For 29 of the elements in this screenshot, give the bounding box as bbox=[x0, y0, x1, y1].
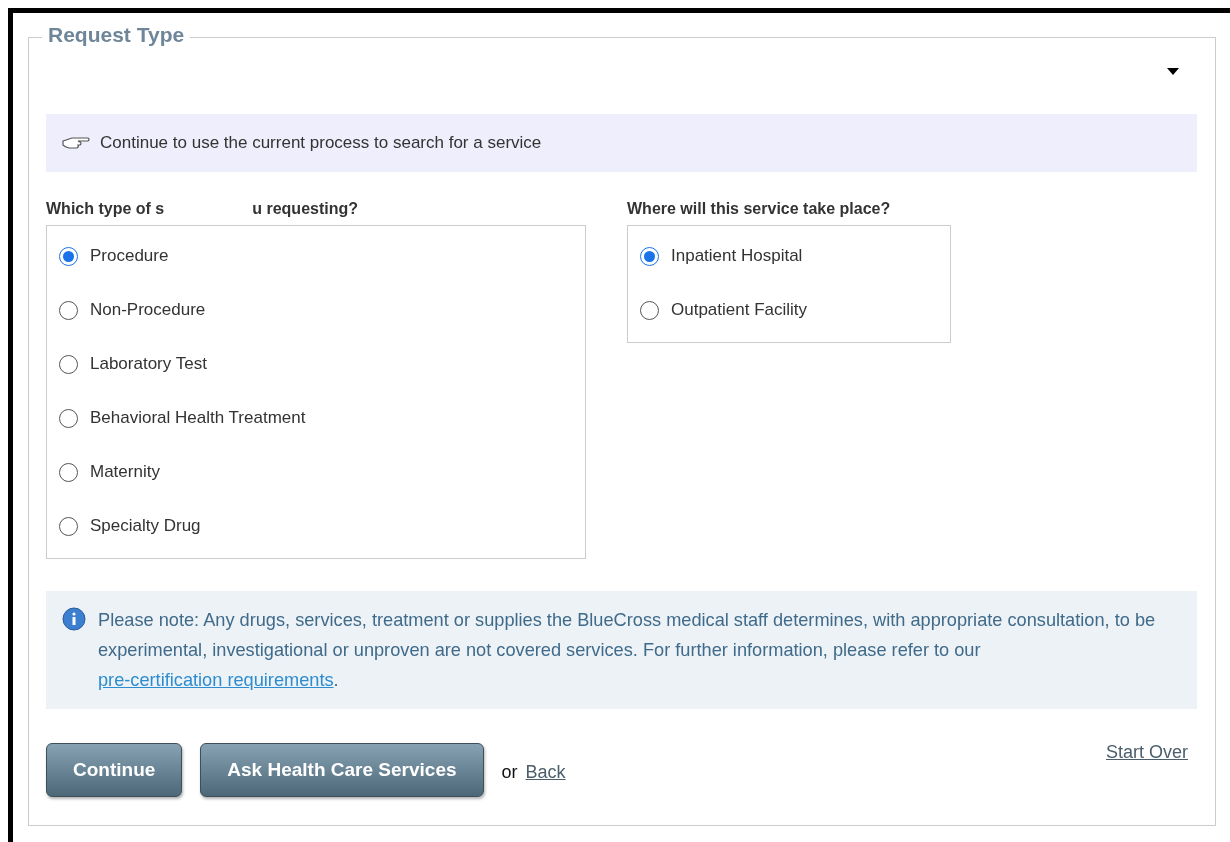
start-over-link[interactable]: Start Over bbox=[1105, 739, 1188, 766]
continue-button[interactable]: Continue bbox=[46, 743, 183, 797]
question-label: Which type of s bbox=[46, 199, 165, 219]
or-text: or bbox=[501, 761, 518, 784]
back-link[interactable]: Back bbox=[525, 759, 566, 786]
note-text: Please note: Any drugs, services, treatment or supplies the BlueCross medical staff determines, with appropriate consultation, to be experimental, investigational or unproven are not covered services. For further information, please refer to our pre-certification requirements. bbox=[98, 609, 1157, 692]
dropdown-caret-icon[interactable] bbox=[1167, 68, 1179, 75]
radio-button[interactable] bbox=[59, 516, 78, 536]
option-label[interactable]: Maternity bbox=[90, 459, 160, 485]
pointing-hand-icon bbox=[62, 135, 90, 151]
info-icon bbox=[62, 607, 86, 631]
option-label[interactable]: Non-Procedure bbox=[90, 297, 206, 323]
radio-button[interactable] bbox=[59, 246, 78, 266]
option-label[interactable]: Laboratory Test bbox=[90, 351, 207, 377]
radio-button[interactable] bbox=[640, 300, 659, 320]
banner-text: Continue to use the current process to search for a service bbox=[100, 132, 542, 155]
option-label[interactable]: Behavioral Health Treatment bbox=[90, 405, 306, 431]
radio-button[interactable] bbox=[59, 462, 78, 482]
option-label[interactable]: Outpatient Facility bbox=[671, 297, 808, 323]
radio-button[interactable] bbox=[640, 246, 659, 266]
radio-button[interactable] bbox=[59, 300, 78, 320]
option-label[interactable]: Specialty Drug bbox=[90, 513, 201, 539]
question-label: u requesting? bbox=[252, 199, 358, 219]
radio-button[interactable] bbox=[59, 354, 78, 374]
option-label[interactable]: Inpatient Hospital bbox=[671, 243, 803, 269]
question-label: Where will this service take place? bbox=[627, 199, 891, 219]
option-label[interactable]: Procedure bbox=[90, 243, 169, 269]
radio-button[interactable] bbox=[59, 408, 78, 428]
ask-button[interactable]: Ask Health Care Services bbox=[200, 743, 484, 797]
